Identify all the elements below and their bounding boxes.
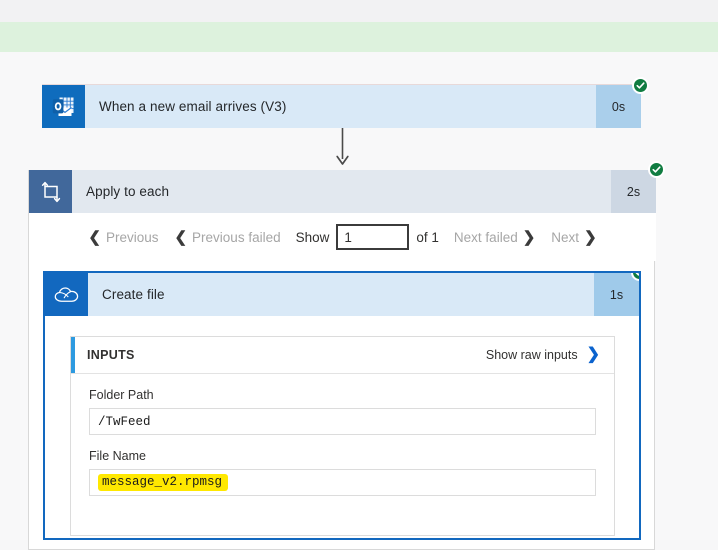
pager-of-label: of 1 xyxy=(416,229,439,245)
inputs-fields: Folder Path /TwFeed File Name message_v2… xyxy=(71,388,614,496)
create-file-header[interactable]: Create file 1s xyxy=(45,273,639,316)
pager-page-input[interactable] xyxy=(336,224,410,250)
outlook-icon xyxy=(42,85,85,128)
pager-previous-label: Previous xyxy=(105,229,159,245)
folder-path-label: Folder Path xyxy=(89,388,154,402)
show-raw-inputs-label: Show raw inputs xyxy=(485,348,578,362)
pager-next-button[interactable]: Next ❯ xyxy=(543,230,604,245)
trigger-card[interactable]: When a new email arrives (V3) 0s xyxy=(42,77,649,128)
folder-path-value: /TwFeed xyxy=(98,414,151,429)
chevron-left-icon: ❮ xyxy=(174,228,188,246)
pager-previous-failed-label: Previous failed xyxy=(192,229,281,245)
folder-path-field[interactable]: /TwFeed xyxy=(89,408,596,435)
apply-to-each-duration: 2s xyxy=(611,170,656,213)
apply-to-each-header[interactable]: Apply to each 2s xyxy=(29,161,665,213)
apply-to-each-title: Apply to each xyxy=(72,170,611,213)
pager-show-label: Show xyxy=(295,229,330,245)
chevron-right-icon: ❯ xyxy=(522,228,536,246)
apply-to-each-icon xyxy=(29,170,72,213)
file-name-label: File Name xyxy=(89,449,146,463)
inputs-panel: INPUTS Show raw inputs ❯ Folder Path /Tw… xyxy=(70,336,615,536)
pager-next-label: Next xyxy=(551,229,580,245)
pager-previous-failed-button[interactable]: ❮ Previous failed xyxy=(166,230,288,245)
status-banner xyxy=(0,22,718,52)
inputs-section-title: INPUTS xyxy=(87,348,135,362)
apply-to-each-status-badge xyxy=(648,161,665,178)
trigger-status-badge xyxy=(632,77,649,94)
iteration-pager: ❮ Previous ❮ Previous failed Show of 1 N… xyxy=(29,213,656,261)
create-file-title: Create file xyxy=(88,273,594,316)
trigger-title: When a new email arrives (V3) xyxy=(85,85,596,128)
inputs-panel-header: INPUTS Show raw inputs ❯ xyxy=(71,337,614,374)
chevron-right-icon: ❯ xyxy=(586,346,600,363)
onedrive-icon xyxy=(45,273,88,316)
create-file-card: Create file 1s INPUTS Show raw inputs ❯ … xyxy=(43,271,641,540)
pager-previous-button[interactable]: ❮ Previous xyxy=(80,230,166,245)
pager-next-failed-button[interactable]: Next failed ❯ xyxy=(446,230,543,245)
pager-next-failed-label: Next failed xyxy=(453,229,518,245)
show-raw-inputs-link[interactable]: Show raw inputs ❯ xyxy=(486,347,600,363)
flow-connector-arrow xyxy=(336,128,349,166)
create-file-duration: 1s xyxy=(594,273,639,316)
window-top-strip xyxy=(0,0,718,22)
chevron-left-icon: ❮ xyxy=(88,228,101,246)
file-name-value: message_v2.rpmsg xyxy=(98,474,229,491)
chevron-right-icon: ❯ xyxy=(584,228,597,246)
file-name-field[interactable]: message_v2.rpmsg xyxy=(89,469,596,496)
